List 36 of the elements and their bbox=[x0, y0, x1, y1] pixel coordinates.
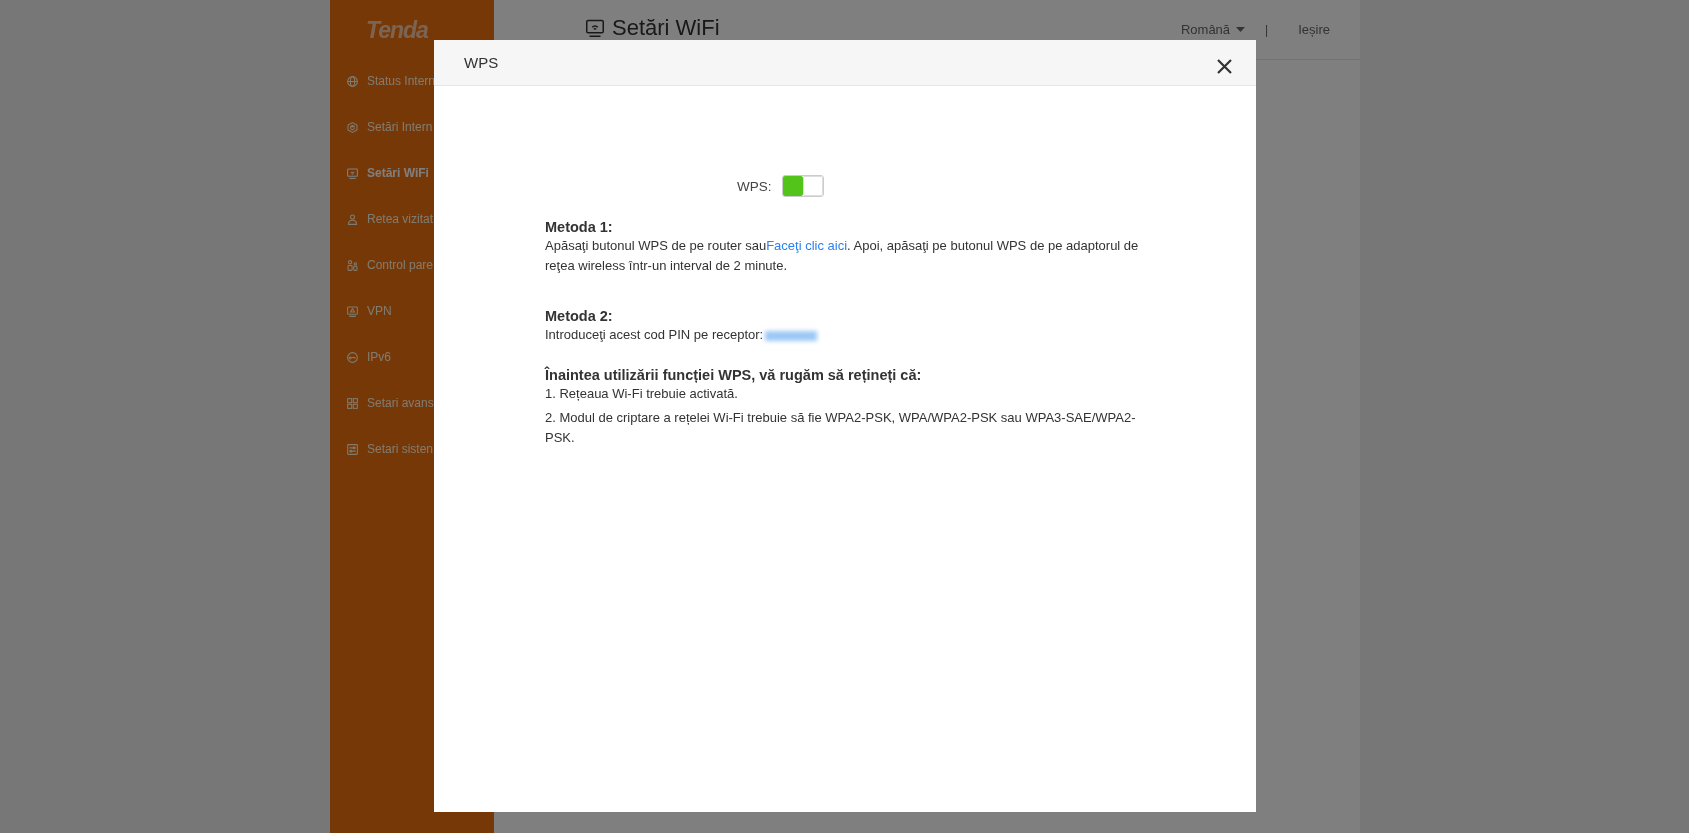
sidebar-item[interactable]: Status Intern bbox=[330, 58, 436, 104]
menu-icon bbox=[346, 258, 359, 272]
note-text: 1. Rețeaua Wi-Fi trebuie activată. bbox=[545, 385, 739, 403]
sidebar-item[interactable]: Control pare bbox=[330, 242, 436, 288]
menu-icon bbox=[346, 350, 359, 364]
instruction-text: Apăsaţi butonul WPS de pe router sauFaceţi clic aici. Apoi, apăsaţi pe butonul WPS de pe adaptorul de reţea wireless într-un interval de 2 minute. bbox=[545, 237, 1140, 275]
menu-icon bbox=[346, 396, 359, 410]
brand-logo: Tenda bbox=[366, 17, 428, 45]
separator: | bbox=[1265, 22, 1269, 37]
blurred-pin bbox=[765, 330, 818, 341]
close-icon[interactable] bbox=[1217, 59, 1232, 74]
caret-icon bbox=[1236, 27, 1246, 32]
sidebar-item[interactable]: IPv6 bbox=[330, 334, 436, 380]
menu-icon bbox=[346, 212, 359, 226]
section-heading: Metoda 2: bbox=[545, 308, 614, 324]
menu-icon bbox=[346, 304, 359, 318]
sidebar-item[interactable]: Setări WiFi bbox=[330, 150, 436, 196]
menu-icon bbox=[346, 166, 359, 180]
notes-heading: Înaintea utilizării funcției WPS, vă rugăm să rețineți că: bbox=[545, 367, 923, 383]
sidebar-item[interactable]: Setari avans bbox=[330, 380, 436, 426]
sidebar-item[interactable]: Retea vizitat bbox=[330, 196, 436, 242]
sidebar-item[interactable]: Setări Intern bbox=[330, 104, 436, 150]
section-heading: Metoda 1: bbox=[545, 219, 614, 235]
menu-icon bbox=[346, 74, 359, 88]
menu-icon bbox=[346, 120, 359, 134]
menu-icon bbox=[346, 442, 359, 456]
instruction-text: Introduceţi acest cod PIN pe receptor: bbox=[545, 325, 1145, 345]
toggle-switch[interactable] bbox=[781, 175, 824, 197]
logout-link[interactable]: Ieșire bbox=[1298, 22, 1330, 37]
dialog-title: WPS bbox=[464, 54, 500, 71]
page-title: Setări WiFi bbox=[584, 14, 720, 41]
sidebar-item[interactable]: Setari sisten bbox=[330, 426, 436, 472]
note-text: 2. Modul de criptare a rețelei Wi-Fi trebuie să fie WPA2-PSK, WPA/WPA2-PSK sau WPA3-SAE/WPA2-PSK. bbox=[545, 409, 1137, 447]
language-select[interactable]: Română bbox=[1180, 22, 1246, 37]
wps-label: WPS: bbox=[737, 178, 772, 194]
sidebar-item[interactable]: VPN bbox=[330, 288, 436, 334]
